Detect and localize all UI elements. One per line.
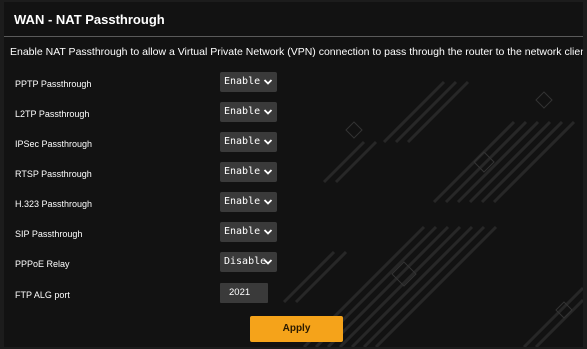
- chevron-down-icon: [263, 199, 273, 205]
- h323-select-value: Enable: [224, 196, 261, 207]
- ftp-alg-port-input[interactable]: 2021: [220, 283, 268, 303]
- page-title: WAN - NAT Passthrough: [14, 12, 165, 27]
- pptp-select[interactable]: Enable: [220, 72, 277, 92]
- sip-label: SIP Passthrough: [15, 229, 83, 239]
- ftp-alg-port-value: 2021: [229, 287, 251, 298]
- chevron-down-icon: [263, 139, 273, 145]
- l2tp-select-value: Enable: [224, 106, 261, 117]
- setting-row-pppoe: PPPoE Relay Disable: [4, 252, 583, 282]
- sip-select[interactable]: Enable: [220, 222, 277, 242]
- setting-row-ipsec: IPSec Passthrough Enable: [4, 132, 583, 162]
- chevron-down-icon: [263, 229, 273, 235]
- ipsec-select-value: Enable: [224, 136, 261, 147]
- pppoe-label: PPPoE Relay: [15, 259, 70, 269]
- sip-select-value: Enable: [224, 226, 261, 237]
- chevron-down-icon: [263, 259, 273, 265]
- rtsp-label: RTSP Passthrough: [15, 169, 92, 179]
- setting-row-pptp: PPTP Passthrough Enable: [4, 72, 583, 102]
- rtsp-select-value: Enable: [224, 166, 261, 177]
- setting-row-ftp-alg: FTP ALG port 2021: [4, 283, 583, 313]
- page-description: Enable NAT Passthrough to allow a Virtua…: [10, 46, 583, 58]
- apply-button[interactable]: Apply: [250, 316, 343, 342]
- ipsec-label: IPSec Passthrough: [15, 139, 93, 149]
- chevron-down-icon: [263, 79, 273, 85]
- setting-row-rtsp: RTSP Passthrough Enable: [4, 162, 583, 192]
- setting-row-l2tp: L2TP Passthrough Enable: [4, 102, 583, 132]
- l2tp-select[interactable]: Enable: [220, 102, 277, 122]
- pppoe-select[interactable]: Disable: [220, 252, 277, 272]
- rtsp-select[interactable]: Enable: [220, 162, 277, 182]
- h323-select[interactable]: Enable: [220, 192, 277, 212]
- title-divider: [4, 36, 583, 37]
- pptp-select-value: Enable: [224, 76, 261, 87]
- chevron-down-icon: [263, 109, 273, 115]
- pppoe-select-value: Disable: [224, 256, 267, 267]
- h323-label: H.323 Passthrough: [15, 199, 93, 209]
- nat-passthrough-panel: WAN - NAT Passthrough Enable NAT Passthr…: [4, 2, 583, 347]
- setting-row-h323: H.323 Passthrough Enable: [4, 192, 583, 222]
- setting-row-sip: SIP Passthrough Enable: [4, 222, 583, 252]
- ipsec-select[interactable]: Enable: [220, 132, 277, 152]
- l2tp-label: L2TP Passthrough: [15, 109, 90, 119]
- pptp-label: PPTP Passthrough: [15, 79, 92, 89]
- chevron-down-icon: [263, 169, 273, 175]
- ftp-alg-label: FTP ALG port: [15, 290, 70, 300]
